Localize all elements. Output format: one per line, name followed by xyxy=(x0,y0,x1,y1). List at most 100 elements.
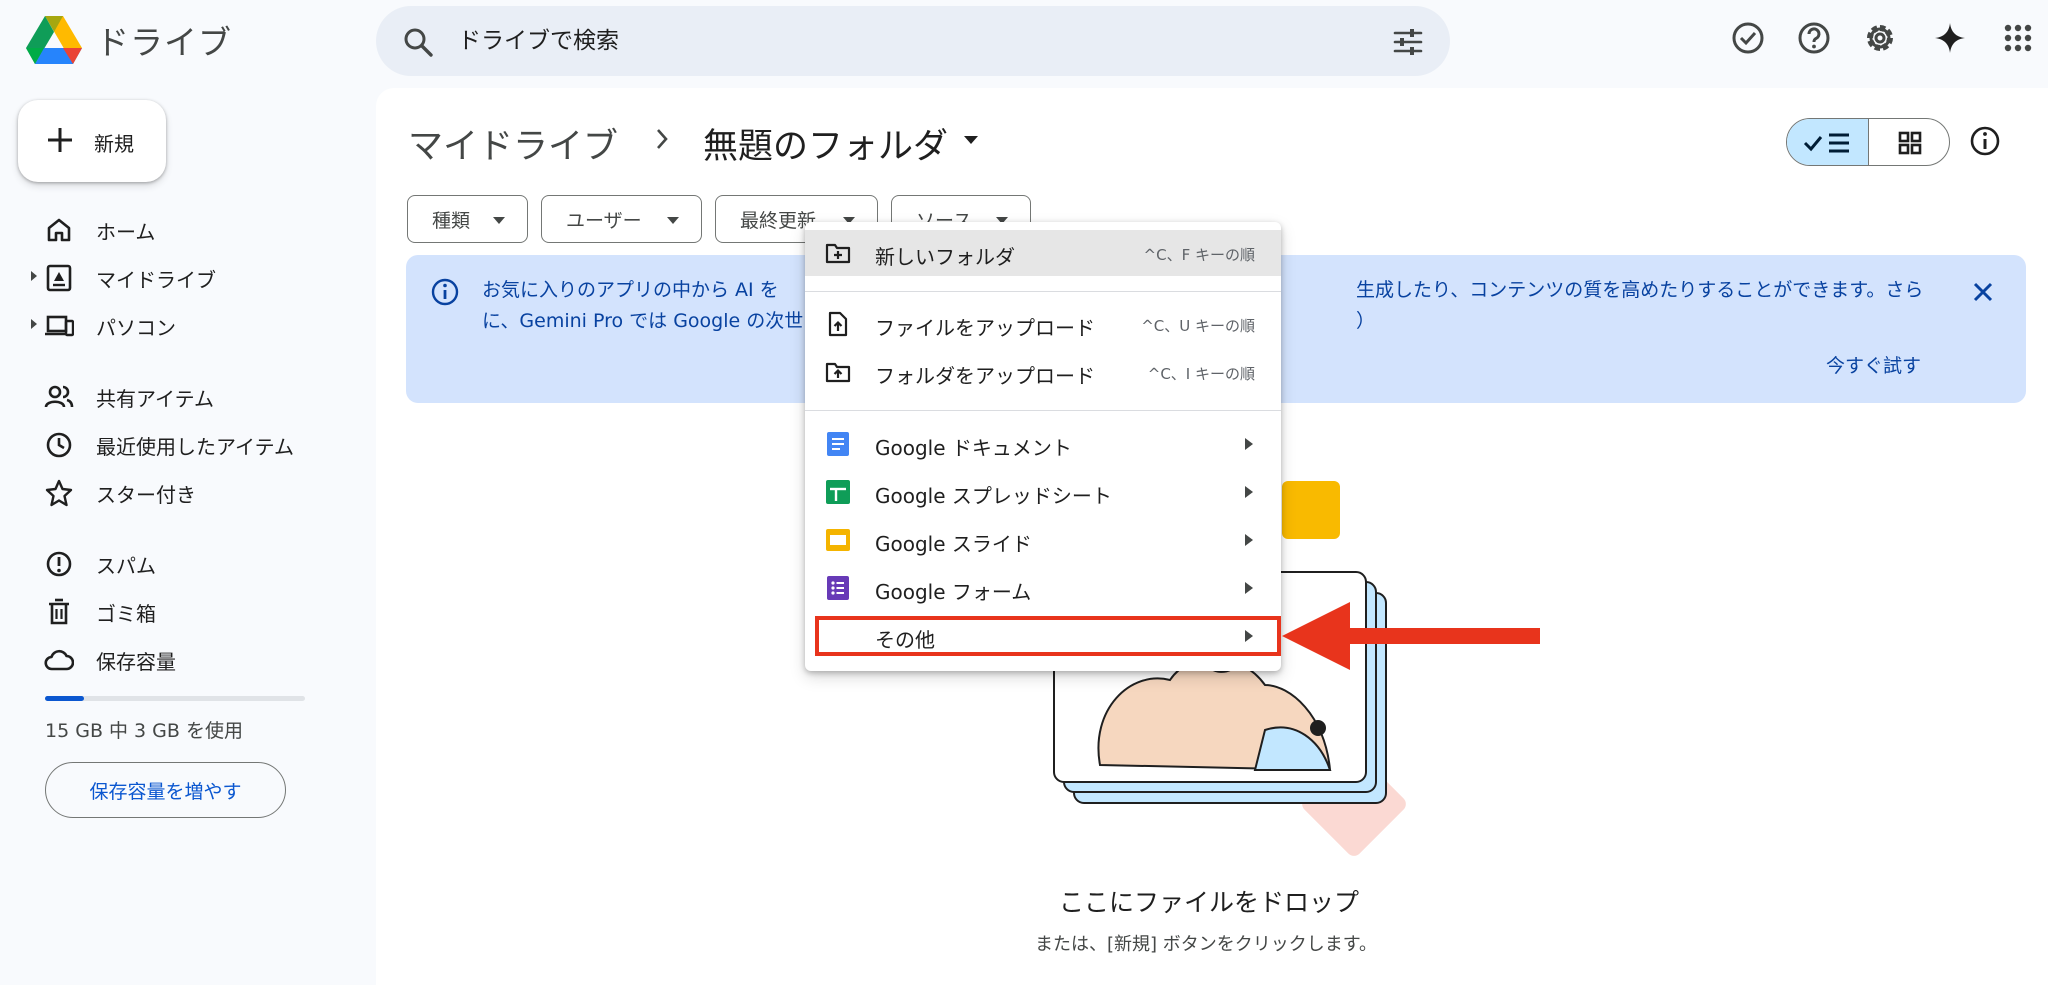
view-toggle xyxy=(1786,118,1950,166)
menu-item-label: Google スプレッドシート xyxy=(875,484,1112,508)
plus-icon xyxy=(48,128,72,152)
filter-people-chip[interactable]: ユーザー xyxy=(541,195,702,243)
menu-divider xyxy=(805,410,1281,411)
sidebar-item-label: 保存容量 xyxy=(96,650,176,674)
menu-item-shortcut: ^C、U キーの順 xyxy=(1141,317,1255,335)
chevron-right-icon xyxy=(657,129,668,149)
empty-state-subtitle: または、[新規] ボタンをクリックします。 xyxy=(0,930,2048,956)
top-bar: ドライブ xyxy=(0,0,2048,84)
menu-item-label: Google ドキュメント xyxy=(875,436,1072,460)
file-upload-icon xyxy=(828,311,848,337)
menu-item-google-sheets[interactable]: Google スプレッドシート xyxy=(805,469,1281,515)
help-icon[interactable] xyxy=(1796,20,1832,56)
folder-upload-icon xyxy=(825,362,851,383)
star-icon xyxy=(45,479,73,507)
menu-item-shortcut: ^C、I キーの順 xyxy=(1147,365,1255,383)
menu-item-new-folder[interactable]: 新しいフォルダ ^C、F キーの順 xyxy=(805,230,1281,276)
submenu-arrow-icon xyxy=(1245,534,1253,546)
sidebar-item-recent[interactable]: 最近使用したアイテム xyxy=(0,422,370,466)
submenu-arrow-icon xyxy=(1245,582,1253,594)
banner-line2-left: に、Gemini Pro では Google の次世 xyxy=(482,310,804,332)
try-now-link[interactable]: 今すぐ試す xyxy=(1826,351,1921,378)
grid-view-icon xyxy=(1898,131,1922,155)
new-button-label: 新規 xyxy=(94,134,134,156)
expand-caret-icon[interactable] xyxy=(30,270,38,282)
menu-divider xyxy=(805,291,1281,292)
menu-item-google-forms[interactable]: Google フォーム xyxy=(805,565,1281,611)
expand-caret-icon[interactable] xyxy=(30,318,38,330)
sidebar-item-starred[interactable]: スター付き xyxy=(0,470,370,514)
menu-item-label: ファイルをアップロード xyxy=(875,316,1095,340)
menu-item-label: Google スライド xyxy=(875,532,1032,556)
storage-usage-text: 15 GB 中 3 GB を使用 xyxy=(45,720,243,742)
search-input[interactable] xyxy=(458,20,1338,62)
info-icon[interactable] xyxy=(1968,124,2002,158)
get-more-storage-button[interactable]: 保存容量を増やす xyxy=(45,762,286,818)
sidebar-item-spam[interactable]: スパム xyxy=(0,541,370,585)
close-icon[interactable] xyxy=(1968,277,1998,307)
banner-line1-right: 生成したり、コンテンツの質を高めたりすることができます。さら xyxy=(1356,279,1924,301)
menu-item-file-upload[interactable]: ファイルをアップロード ^C、U キーの順 xyxy=(805,301,1281,347)
sidebar-item-label: 共有アイテム xyxy=(96,387,214,411)
sidebar-item-my-drive[interactable]: マイドライブ xyxy=(0,255,370,299)
submenu-arrow-icon xyxy=(1245,438,1253,450)
home-icon xyxy=(47,218,71,242)
spam-icon xyxy=(46,551,72,577)
sidebar-item-label: ホーム xyxy=(96,220,156,244)
banner-line1-left: お気に入りのアプリの中から AI を xyxy=(482,279,779,301)
menu-item-google-docs[interactable]: Google ドキュメント xyxy=(805,421,1281,467)
settings-icon[interactable] xyxy=(1862,20,1898,56)
new-button[interactable]: 新規 xyxy=(18,100,166,182)
submenu-arrow-icon xyxy=(1245,486,1253,498)
google-drive-logo-icon[interactable] xyxy=(26,14,82,64)
sidebar-item-label: スパム xyxy=(96,554,156,578)
storage-usage-fill xyxy=(45,696,84,701)
list-view-button[interactable] xyxy=(1787,119,1869,165)
banner-line2-right: ） xyxy=(1356,310,1376,332)
highlight-annotation-box xyxy=(815,616,1281,656)
google-docs-icon xyxy=(827,432,849,456)
sidebar-item-label: マイドライブ xyxy=(96,268,216,292)
menu-item-label: フォルダをアップロード xyxy=(875,364,1095,388)
apps-grid-icon[interactable] xyxy=(2000,20,2036,56)
sidebar-item-trash[interactable]: ゴミ箱 xyxy=(0,589,370,633)
menu-item-label: Google フォーム xyxy=(875,580,1032,604)
sidebar-item-label: 最近使用したアイテム xyxy=(96,435,294,459)
menu-item-google-slides[interactable]: Google スライド xyxy=(805,517,1281,563)
sidebar-item-label: パソコン xyxy=(96,316,176,340)
new-folder-icon xyxy=(825,243,851,264)
sidebar-item-shared[interactable]: 共有アイテム xyxy=(0,374,370,418)
sidebar-item-storage[interactable]: 保存容量 xyxy=(0,637,370,681)
new-item-menu: 新しいフォルダ ^C、F キーの順 ファイルをアップロード ^C、U キーの順 … xyxy=(805,222,1281,671)
filter-type-chip[interactable]: 種類 xyxy=(407,195,528,243)
empty-state-title-text: ここにファイルをドロップ xyxy=(1058,888,1359,917)
google-slides-icon xyxy=(826,529,850,551)
chevron-down-icon[interactable] xyxy=(962,134,980,146)
tune-icon[interactable] xyxy=(1392,26,1424,58)
sidebar-item-label: ゴミ箱 xyxy=(96,602,156,626)
google-forms-icon xyxy=(827,576,849,600)
list-view-icon xyxy=(1803,133,1849,153)
search-bar[interactable] xyxy=(376,6,1450,76)
chevron-down-icon xyxy=(493,217,505,224)
grid-view-button[interactable] xyxy=(1869,119,1949,165)
task-check-icon[interactable] xyxy=(1730,20,1766,56)
menu-item-shortcut: ^C、F キーの順 xyxy=(1143,246,1255,264)
red-arrow-icon xyxy=(1282,602,1540,670)
storage-usage-bar xyxy=(45,696,305,701)
sidebar-item-home[interactable]: ホーム xyxy=(0,207,370,251)
trash-icon xyxy=(49,598,69,625)
breadcrumb-my-drive[interactable]: マイドライブ xyxy=(408,118,618,169)
sidebar-item-computers[interactable]: パソコン xyxy=(0,303,370,347)
search-icon[interactable] xyxy=(402,26,434,58)
menu-item-folder-upload[interactable]: フォルダをアップロード ^C、I キーの順 xyxy=(805,349,1281,395)
cloud-icon xyxy=(44,649,74,671)
sidebar-item-label: スター付き xyxy=(96,483,196,507)
google-sheets-icon xyxy=(826,480,850,504)
empty-state-subtitle-text: または、[新規] ボタンをクリックします。 xyxy=(1035,934,1377,955)
gemini-sparkle-icon[interactable] xyxy=(1932,20,1968,56)
recent-icon xyxy=(46,432,72,458)
my-drive-icon xyxy=(46,264,72,292)
breadcrumb-current-folder[interactable]: 無題のフォルダ xyxy=(703,118,948,169)
app-title[interactable]: ドライブ xyxy=(96,16,232,64)
